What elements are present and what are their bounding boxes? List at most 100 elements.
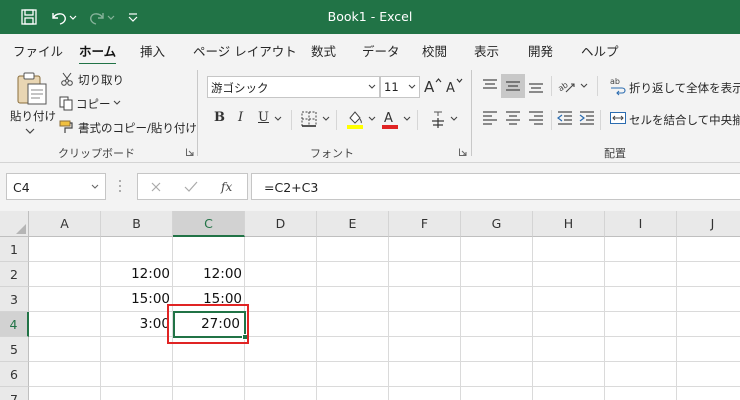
- tab-home[interactable]: ホーム: [79, 41, 117, 66]
- wrap-text-button[interactable]: 折り返して全体を表示す: [629, 80, 740, 96]
- ribbon-separator: [291, 110, 292, 130]
- increase-font-size-icon[interactable]: A: [423, 77, 443, 95]
- ribbon-separator: [336, 110, 337, 130]
- phonetic-dropdown-icon[interactable]: [450, 116, 458, 122]
- enter-check-icon[interactable]: [184, 180, 198, 193]
- paste-icon[interactable]: [14, 70, 50, 106]
- row-header-1[interactable]: 1: [0, 237, 29, 262]
- ribbon-separator: [600, 110, 601, 130]
- alignment-group-label: 配置: [604, 147, 626, 160]
- align-left-icon[interactable]: [480, 108, 500, 128]
- column-header-e[interactable]: E: [317, 211, 389, 237]
- tab-developer[interactable]: 開発: [528, 41, 553, 60]
- column-header-c[interactable]: C: [173, 211, 245, 237]
- row-header-3[interactable]: 3: [0, 287, 29, 312]
- copy-dropdown-icon[interactable]: [113, 100, 121, 106]
- underline-dropdown-icon[interactable]: [274, 116, 282, 122]
- cell-b3[interactable]: 15:00: [101, 287, 173, 312]
- align-center-icon[interactable]: [503, 108, 523, 128]
- borders-icon[interactable]: [300, 110, 318, 128]
- paste-button[interactable]: 貼り付け: [10, 108, 56, 124]
- cut-button[interactable]: 切り取り: [78, 72, 124, 88]
- align-right-icon[interactable]: [526, 108, 546, 128]
- ribbon-separator: [471, 70, 472, 156]
- row-header-2[interactable]: 2: [0, 262, 29, 287]
- column-header-i[interactable]: I: [605, 211, 677, 237]
- cell-b4[interactable]: 3:00: [101, 312, 173, 337]
- column-header-a[interactable]: A: [29, 211, 101, 237]
- decrease-font-size-icon[interactable]: A: [445, 77, 465, 95]
- column-header-h[interactable]: H: [533, 211, 605, 237]
- merge-center-button[interactable]: セルを結合して中央揃え: [629, 112, 740, 128]
- chevron-down-icon[interactable]: [91, 184, 99, 190]
- font-color-dropdown-icon[interactable]: [403, 116, 411, 122]
- format-painter-icon: [59, 120, 73, 133]
- formula-buttons: fx: [137, 173, 248, 200]
- svg-text:A: A: [384, 111, 393, 126]
- select-all-button[interactable]: [0, 211, 29, 237]
- ribbon-separator: [597, 76, 598, 96]
- svg-text:ab: ab: [557, 80, 570, 93]
- insert-function-icon[interactable]: fx: [220, 179, 236, 195]
- underline-button[interactable]: U: [258, 110, 269, 125]
- decrease-indent-icon[interactable]: [555, 108, 575, 128]
- highlight-annotation: [167, 304, 249, 344]
- formula-bar: C4 fx =C2+C3: [0, 163, 740, 211]
- svg-text:fx: fx: [220, 180, 232, 194]
- merge-center-icon: [610, 112, 626, 124]
- align-top-icon[interactable]: [480, 76, 500, 96]
- align-middle-button[interactable]: [501, 74, 525, 98]
- orientation-dropdown-icon[interactable]: [580, 83, 588, 89]
- cell-c2[interactable]: 12:00: [173, 262, 245, 287]
- column-header-d[interactable]: D: [245, 211, 317, 237]
- row-header-7[interactable]: 7: [0, 387, 29, 400]
- splitter-grip-icon[interactable]: [118, 179, 122, 193]
- row-header-6[interactable]: 6: [0, 362, 29, 387]
- format-painter-button[interactable]: 書式のコピー/貼り付け: [78, 120, 197, 136]
- font-size-select[interactable]: 11: [380, 76, 420, 98]
- ribbon-tabs: ファイル ホーム 挿入 ページ レイアウト 数式 データ 校閲 表示 開発 ヘル…: [0, 34, 740, 66]
- increase-indent-icon[interactable]: [577, 108, 597, 128]
- svg-text:ab: ab: [610, 77, 620, 86]
- fill-color-dropdown-icon[interactable]: [368, 116, 376, 122]
- phonetic-guide-icon[interactable]: [428, 108, 450, 130]
- tab-page-layout[interactable]: ページ レイアウト: [193, 41, 297, 60]
- svg-text:A: A: [446, 81, 455, 95]
- column-header-b[interactable]: B: [101, 211, 173, 237]
- orientation-icon[interactable]: ab: [557, 76, 579, 96]
- svg-text:A: A: [424, 78, 435, 95]
- row-header-4[interactable]: 4: [0, 312, 29, 337]
- cut-icon: [61, 72, 73, 86]
- column-header-g[interactable]: G: [461, 211, 533, 237]
- formula-input[interactable]: =C2+C3: [251, 173, 740, 200]
- clipboard-group-label: クリップボード: [58, 147, 135, 160]
- font-name-select[interactable]: 游ゴシック: [207, 76, 380, 98]
- font-launcher-icon[interactable]: [459, 148, 467, 156]
- column-header-j[interactable]: J: [677, 211, 740, 237]
- paste-dropdown-icon[interactable]: [25, 127, 35, 135]
- tab-data[interactable]: データ: [362, 41, 400, 60]
- align-bottom-icon[interactable]: [526, 76, 546, 96]
- bold-button[interactable]: B: [214, 110, 225, 125]
- borders-dropdown-icon[interactable]: [322, 116, 330, 122]
- tab-file[interactable]: ファイル: [13, 41, 63, 60]
- tab-insert[interactable]: 挿入: [140, 41, 165, 60]
- clipboard-launcher-icon[interactable]: [186, 148, 194, 156]
- tab-view[interactable]: 表示: [474, 41, 499, 60]
- tab-formulas[interactable]: 数式: [311, 41, 336, 60]
- select-all-triangle-icon: [16, 224, 26, 234]
- font-color-icon[interactable]: A: [380, 108, 400, 130]
- fill-color-icon[interactable]: [345, 108, 365, 130]
- row-header-5[interactable]: 5: [0, 337, 29, 362]
- copy-button[interactable]: コピー: [76, 96, 111, 112]
- cancel-icon[interactable]: [150, 181, 162, 193]
- gridline: [29, 361, 740, 362]
- tab-help[interactable]: ヘルプ: [581, 41, 619, 60]
- tab-review[interactable]: 校閲: [422, 41, 447, 60]
- copy-icon: [59, 96, 73, 111]
- title-bar: Book1 - Excel: [0, 0, 740, 34]
- column-header-f[interactable]: F: [389, 211, 461, 237]
- name-box[interactable]: C4: [6, 173, 106, 200]
- cell-b2[interactable]: 12:00: [101, 262, 173, 287]
- italic-button[interactable]: I: [238, 110, 243, 125]
